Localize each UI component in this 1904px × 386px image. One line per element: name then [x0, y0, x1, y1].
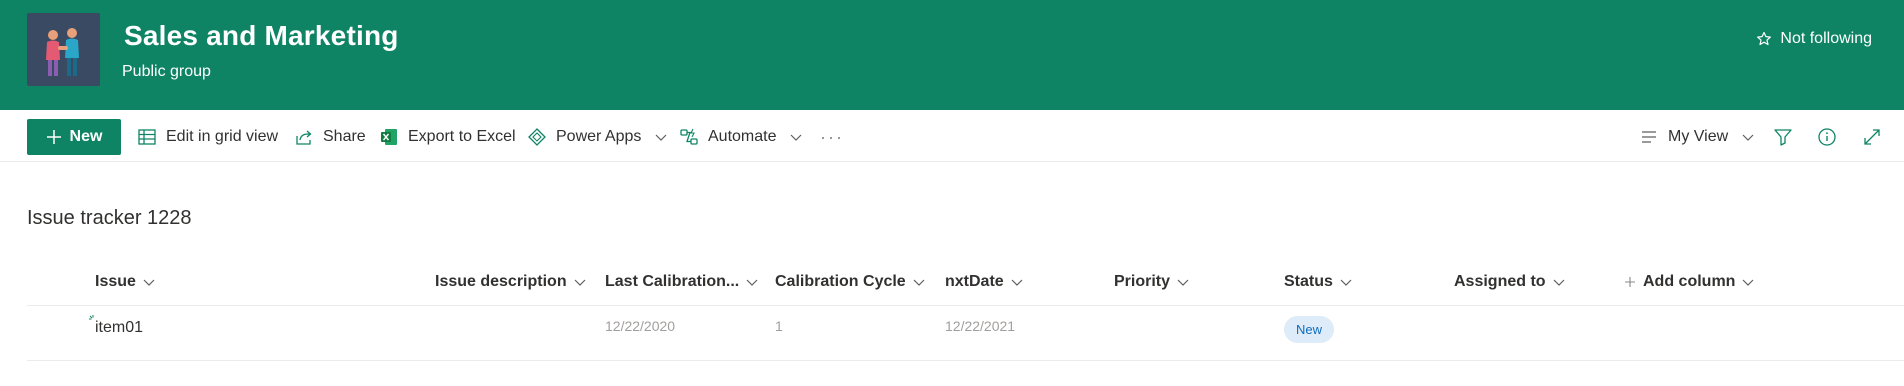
- excel-icon: [381, 129, 397, 145]
- automate-button[interactable]: Automate: [679, 119, 803, 155]
- share-icon: [296, 130, 312, 145]
- list-title: Issue tracker 1228: [27, 207, 192, 229]
- chevron-down-icon: [143, 279, 155, 286]
- chevron-down-icon: [791, 134, 802, 141]
- star-icon: [1757, 31, 1772, 46]
- expand-button[interactable]: [1859, 124, 1885, 150]
- status-badge: New: [1284, 316, 1334, 343]
- column-header-assigned-to[interactable]: Assigned to: [1454, 270, 1566, 294]
- edit-grid-button[interactable]: Edit in grid view: [137, 119, 278, 155]
- row-last-calibration: 12/22/2020: [605, 318, 676, 334]
- filter-icon: [1774, 129, 1792, 146]
- group-logo-icon[interactable]: [27, 13, 100, 86]
- site-header: Sales and Marketing Public group Not fol…: [0, 0, 1904, 110]
- column-header-nxtdate[interactable]: nxtDate: [945, 270, 1024, 294]
- export-excel-label: Export to Excel: [408, 128, 516, 145]
- site-subtitle: Public group: [122, 63, 211, 80]
- plus-icon: [46, 130, 61, 144]
- column-header-status[interactable]: Status: [1284, 270, 1353, 294]
- chevron-down-icon: [574, 279, 586, 286]
- power-apps-button[interactable]: Power Apps: [527, 119, 668, 155]
- info-icon: [1818, 128, 1836, 146]
- chevron-down-icon: [1340, 279, 1352, 286]
- view-label: My View: [1668, 128, 1729, 145]
- info-button[interactable]: [1814, 124, 1840, 150]
- chevron-down-icon: [1553, 279, 1564, 286]
- new-button-label: New: [69, 128, 103, 145]
- automate-icon: [680, 128, 698, 145]
- export-excel-button[interactable]: Export to Excel: [379, 119, 516, 155]
- chevron-down-icon: [746, 279, 758, 286]
- follow-label: Not following: [1780, 30, 1872, 47]
- view-selector[interactable]: My View: [1639, 119, 1755, 155]
- row-calibration-cycle: 1: [775, 318, 783, 334]
- share-button[interactable]: Share: [294, 119, 366, 155]
- site-title: Sales and Marketing: [124, 20, 399, 51]
- chevron-down-icon: [655, 134, 667, 141]
- column-header-issue[interactable]: Issue: [95, 270, 156, 294]
- row-divider: [27, 360, 1904, 361]
- power-apps-label: Power Apps: [556, 128, 642, 145]
- column-header-calibration-cycle[interactable]: Calibration Cycle: [775, 270, 926, 294]
- edit-grid-label: Edit in grid view: [166, 128, 279, 145]
- column-header-priority[interactable]: Priority: [1114, 270, 1190, 294]
- more-commands-button[interactable]: ···: [820, 119, 844, 155]
- chevron-down-icon: [913, 279, 925, 286]
- new-button[interactable]: New: [27, 119, 121, 155]
- automate-label: Automate: [708, 128, 777, 145]
- grid-icon: [138, 129, 156, 145]
- chevron-down-icon: [1742, 134, 1754, 141]
- command-bar: New Edit in grid view Share Export to Ex…: [0, 110, 1904, 162]
- header-divider: [27, 305, 1904, 306]
- chevron-down-icon: [1011, 279, 1023, 286]
- power-apps-icon: [528, 128, 546, 146]
- view-lines-icon: [1642, 131, 1656, 143]
- expand-icon: [1864, 129, 1880, 145]
- row-nxt-date: 12/22/2021: [945, 318, 1016, 334]
- follow-button[interactable]: Not following: [1756, 30, 1872, 48]
- column-header-last-calibration[interactable]: Last Calibration...: [605, 270, 759, 294]
- share-label: Share: [323, 128, 366, 145]
- chevron-down-icon: [1177, 279, 1189, 286]
- column-header-issue-description[interactable]: Issue description: [435, 270, 587, 294]
- add-column-button[interactable]: Add column: [1623, 270, 1755, 294]
- plus-icon: [1625, 277, 1635, 287]
- filter-button[interactable]: [1770, 124, 1796, 150]
- chevron-down-icon: [1743, 279, 1754, 286]
- row-issue-title[interactable]: item01: [95, 319, 143, 337]
